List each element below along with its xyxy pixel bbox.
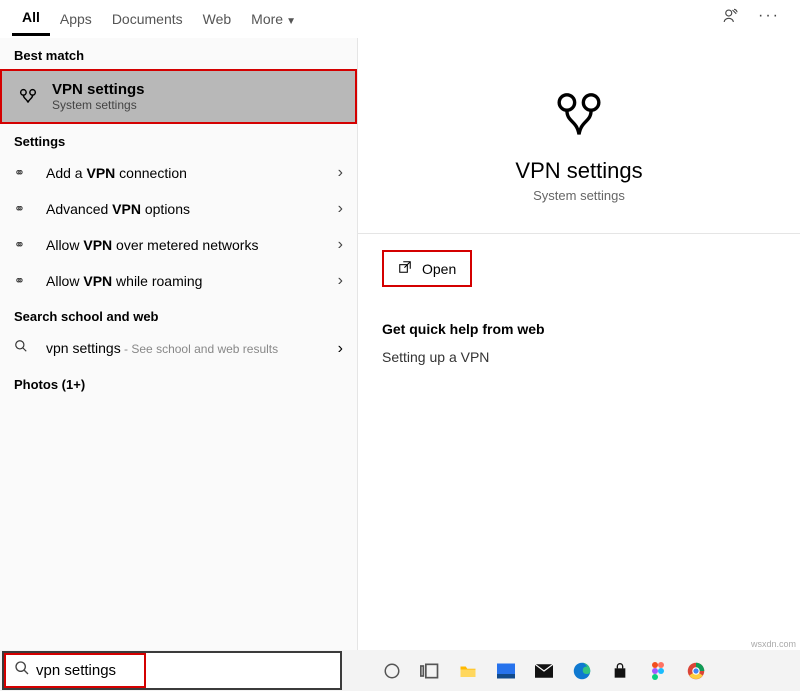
divider	[358, 233, 800, 234]
setting-label: Advanced VPN options	[46, 201, 338, 217]
setting-advanced-vpn-options[interactable]: ⚭ Advanced VPN options ›	[0, 191, 357, 227]
settings-heading: Settings	[0, 124, 357, 155]
file-explorer-icon[interactable]	[458, 661, 478, 681]
chevron-right-icon: ›	[338, 236, 343, 254]
chevron-right-icon: ›	[338, 164, 343, 182]
search-web-query: vpn settings	[46, 340, 121, 356]
open-icon	[398, 260, 412, 277]
preview-vpn-icon	[382, 88, 776, 146]
open-label: Open	[422, 261, 456, 277]
tab-apps[interactable]: Apps	[50, 3, 102, 35]
search-web-result[interactable]: vpn settings - See school and web result…	[0, 330, 357, 367]
best-match-title: VPN settings	[52, 81, 145, 98]
taskbar	[0, 650, 800, 691]
preview-title: VPN settings	[382, 158, 776, 184]
store-icon[interactable]	[610, 661, 630, 681]
best-match-subtitle: System settings	[52, 98, 145, 112]
preview-panel: VPN settings System settings Open Get qu…	[358, 38, 800, 650]
search-icon	[14, 339, 36, 358]
search-web-subtitle: - See school and web results	[121, 342, 278, 356]
edge-icon[interactable]	[572, 661, 592, 681]
search-input[interactable]	[36, 655, 136, 686]
best-match-result[interactable]: VPN settings System settings	[0, 69, 357, 124]
search-filter-tabs: All Apps Documents Web More▼ ···	[0, 0, 800, 38]
photos-heading[interactable]: Photos (1+)	[0, 367, 357, 398]
feedback-icon[interactable]	[722, 7, 740, 30]
search-icon	[14, 660, 30, 681]
setting-allow-vpn-metered[interactable]: ⚭ Allow VPN over metered networks ›	[0, 227, 357, 263]
search-box[interactable]	[2, 651, 342, 690]
figma-icon[interactable]	[648, 661, 668, 681]
best-match-heading: Best match	[0, 38, 357, 69]
preview-subtitle: System settings	[382, 188, 776, 203]
more-options-icon[interactable]: ···	[758, 7, 780, 30]
tab-more[interactable]: More▼	[241, 3, 306, 35]
vpn-icon: ⚭	[14, 165, 36, 181]
results-panel: Best match VPN settings System settings …	[0, 38, 358, 650]
setting-allow-vpn-roaming[interactable]: ⚭ Allow VPN while roaming ›	[0, 263, 357, 299]
help-link-setting-up-vpn[interactable]: Setting up a VPN	[382, 349, 776, 365]
chevron-right-icon: ›	[338, 272, 343, 290]
setting-add-vpn-connection[interactable]: ⚭ Add a VPN connection ›	[0, 155, 357, 191]
vpn-icon	[16, 86, 40, 108]
app-icon[interactable]	[496, 661, 516, 681]
setting-label: Allow VPN while roaming	[46, 273, 338, 289]
task-view-icon[interactable]	[420, 661, 440, 681]
cortana-icon[interactable]	[382, 661, 402, 681]
chrome-icon[interactable]	[686, 661, 706, 681]
tab-web[interactable]: Web	[193, 3, 242, 35]
setting-label: Allow VPN over metered networks	[46, 237, 338, 253]
open-button[interactable]: Open	[382, 250, 472, 287]
vpn-icon: ⚭	[14, 201, 36, 217]
quick-help-heading: Get quick help from web	[382, 321, 776, 337]
vpn-icon: ⚭	[14, 273, 36, 289]
tab-all[interactable]: All	[12, 1, 50, 36]
search-web-heading: Search school and web	[0, 299, 357, 330]
vpn-icon: ⚭	[14, 237, 36, 253]
tab-documents[interactable]: Documents	[102, 3, 193, 35]
chevron-right-icon: ›	[338, 340, 343, 358]
chevron-right-icon: ›	[338, 200, 343, 218]
watermark: wsxdn.com	[751, 639, 796, 649]
chevron-down-icon: ▼	[286, 16, 296, 27]
setting-label: Add a VPN connection	[46, 165, 338, 181]
mail-icon[interactable]	[534, 661, 554, 681]
